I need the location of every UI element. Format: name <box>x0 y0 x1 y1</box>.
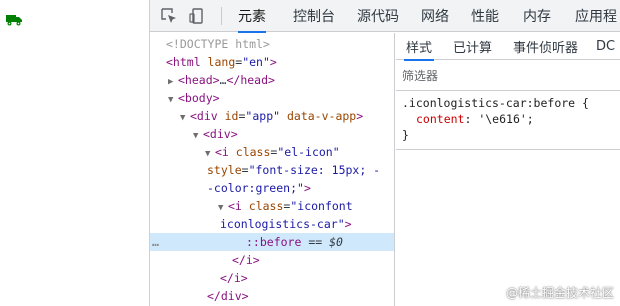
truck-icon <box>6 15 22 26</box>
tag-name: <body> <box>178 91 220 105</box>
device-toolbar-icon[interactable] <box>188 7 206 25</box>
dom-node-i-el-icon[interactable]: ▼ <i class="el-icon" <box>150 143 394 161</box>
tag-name: <div <box>190 109 225 123</box>
dom-node-continuation: iconlogistics-car"> <box>150 215 394 233</box>
node-actions-icon[interactable]: … <box>152 233 159 251</box>
dom-node-body[interactable]: ▼ <body> <box>150 89 394 107</box>
tag-name: <div> <box>203 127 238 141</box>
inspect-element-icon[interactable] <box>160 7 178 25</box>
tab-memory[interactable]: 内存 <box>523 0 551 32</box>
tag-name: <i <box>215 145 236 159</box>
dom-tree: <!DOCTYPE html> <html lang="en"> ▶ <head>… <box>150 33 395 306</box>
tag-name: <i <box>228 199 249 213</box>
attr-value: iconlogistics-car" <box>220 217 345 231</box>
styles-sub-tabs: 样式 已计算 事件侦听器 DC <box>396 33 620 61</box>
tab-elements[interactable]: 元素 <box>238 0 266 33</box>
tag-name: </i> <box>220 271 248 285</box>
attr-value: "iconfont <box>290 199 353 213</box>
pseudo-element: ::before <box>246 235 302 249</box>
dom-node-i-iconfont[interactable]: ▼ <i class="iconfont <box>150 197 394 215</box>
dom-node-div[interactable]: ▼ <div> <box>150 125 394 143</box>
tag-close: > <box>344 217 352 231</box>
devtools-toolbar: 元素 控制台 源代码 网络 性能 内存 应用程 <box>150 0 620 33</box>
watermark: @稀土掘金技术社区 <box>505 286 614 300</box>
property-name[interactable]: content <box>416 112 464 126</box>
styles-sidebar: 样式 已计算 事件侦听器 DC .iconlogistics-car:befor… <box>396 33 620 306</box>
tab-console[interactable]: 控制台 <box>293 0 335 32</box>
tab-application[interactable]: 应用程 <box>575 0 617 32</box>
page-preview <box>0 0 149 306</box>
tab-performance[interactable]: 性能 <box>471 0 499 32</box>
devtools-panel: 元素 控制台 源代码 网络 性能 内存 应用程 <!DOCTYPE html> … <box>149 0 620 306</box>
dom-node-continuation: -color:green;"> <box>150 179 394 197</box>
tab-event-listeners[interactable]: 事件侦听器 <box>513 33 578 60</box>
dom-node-div-app[interactable]: ▼ <div id="app" data-v-app> <box>150 107 394 125</box>
tag-close: > <box>356 109 364 123</box>
css-rule: .iconlogistics-car:before { content: '\e… <box>396 92 620 150</box>
doctype-text: <!DOCTYPE html> <box>166 37 270 51</box>
tab-sources[interactable]: 源代码 <box>357 0 399 32</box>
attr-name: class <box>248 199 284 213</box>
tab-network[interactable]: 网络 <box>421 0 449 32</box>
rule-close-brace: } <box>402 128 409 142</box>
attr-name: style <box>207 163 242 177</box>
styles-filter-input[interactable] <box>402 67 602 85</box>
main-tabs: 元素 控制台 源代码 网络 性能 内存 应用程 <box>222 0 617 33</box>
dom-node-close-div[interactable]: </div> <box>150 287 394 305</box>
rule-selector[interactable]: .iconlogistics-car:before { <box>402 95 589 111</box>
attr-name: lang <box>207 55 236 69</box>
attr-value: "en" <box>242 55 270 69</box>
attr-value: "app" <box>245 109 281 123</box>
tag-name: <html <box>166 55 208 69</box>
property-value[interactable]: '\e616'; <box>478 112 533 126</box>
tag-end: </head> <box>226 73 275 87</box>
tag-name: <head> <box>178 73 220 87</box>
attr-value: "font-size: 15px; - <box>248 163 381 177</box>
dom-node-continuation: style="font-size: 15px; - <box>207 163 381 177</box>
tag-close: > <box>269 55 277 69</box>
dom-node-doctype[interactable]: <!DOCTYPE html> <box>150 35 394 53</box>
attr-name: id <box>224 109 239 123</box>
selected-equals: == <box>301 235 330 249</box>
attr-value: -color:green;" <box>207 181 304 195</box>
dom-node-close-i[interactable]: </i> <box>150 251 394 269</box>
dom-node-html[interactable]: <html lang="en"> <box>150 53 394 71</box>
tab-computed[interactable]: 已计算 <box>453 33 492 60</box>
selected-ref: $0 <box>329 235 343 249</box>
attr-value: "el-icon" <box>277 145 340 159</box>
attr-name: data-v-app <box>286 109 357 123</box>
tag-name: </div> <box>207 289 249 303</box>
tag-name: </i> <box>232 253 260 267</box>
tag-close: > <box>303 181 311 195</box>
attr-name: class <box>235 145 271 159</box>
dom-node-before-selected[interactable]: …::before == $0 <box>150 233 394 251</box>
tab-styles[interactable]: 样式 <box>403 33 435 61</box>
dom-node-head[interactable]: ▶ <head>…</head> <box>150 71 394 89</box>
styles-filter-bar <box>396 61 620 91</box>
tab-dom-breakpoints[interactable]: DC <box>596 33 615 60</box>
dom-node-close-i[interactable]: </i> <box>150 269 394 287</box>
rule-declaration[interactable]: content: '\e616'; <box>416 111 534 127</box>
